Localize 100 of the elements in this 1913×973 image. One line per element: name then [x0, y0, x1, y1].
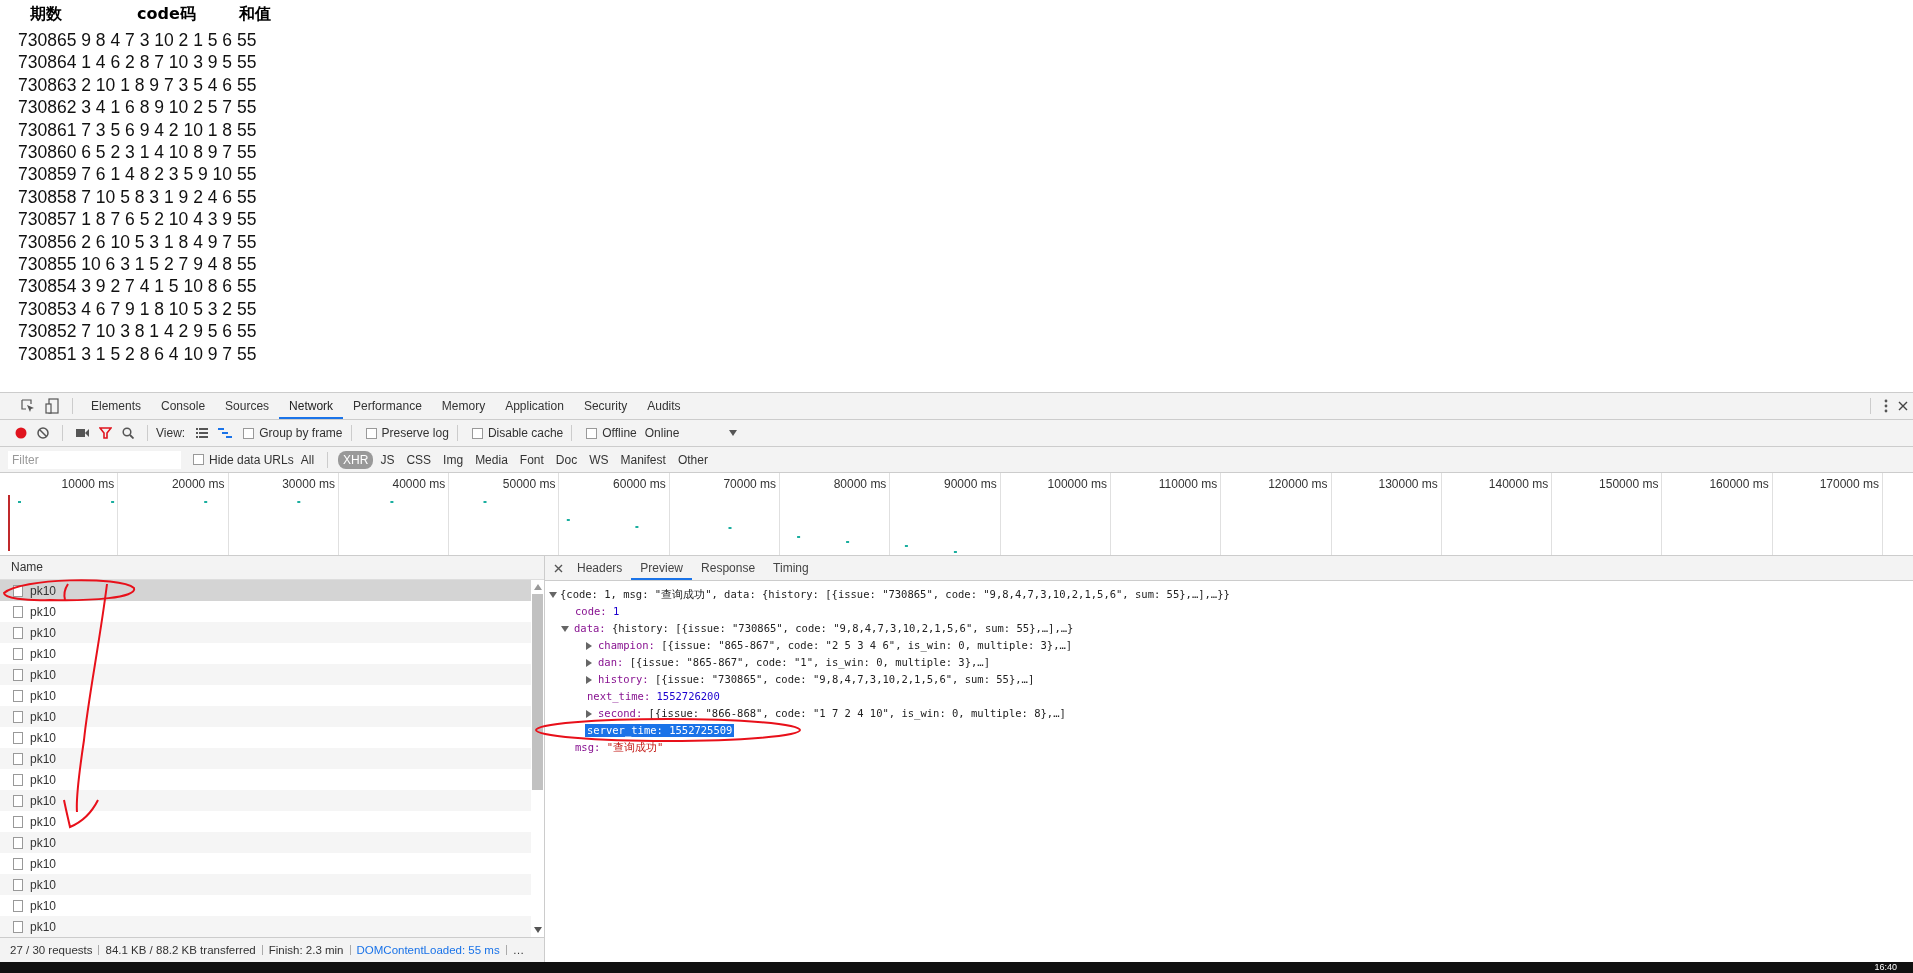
filter-field[interactable]: Filter — [8, 450, 181, 469]
filter-icon[interactable] — [99, 427, 112, 439]
scroll-up-icon[interactable] — [533, 584, 542, 590]
json-property[interactable]: dan: [{issue: "865-867", code: "1", is_win: 0, multiple: 3},…] — [596, 656, 992, 669]
type-filter[interactable]: JS — [375, 450, 400, 469]
panel-tab[interactable]: Application — [495, 393, 574, 419]
expand-arrow-icon[interactable] — [585, 709, 593, 718]
json-property[interactable]: champion: [{issue: "865-867", code: "2 5 3 4 6", is_win: 0, multiple: 3},…] — [596, 639, 1075, 652]
inspect-icon[interactable] — [21, 399, 35, 413]
json-property[interactable]: next_time: 1552726200 — [585, 690, 722, 703]
request-row[interactable]: pk10 — [0, 622, 531, 643]
detail-tab[interactable]: Headers — [568, 556, 632, 580]
throttling-dropdown[interactable]: Online — [644, 426, 738, 440]
close-icon[interactable] — [554, 563, 563, 573]
file-icon — [13, 752, 23, 765]
time-label: 150000 ms — [1599, 477, 1659, 491]
request-row[interactable]: pk10 — [0, 895, 531, 916]
file-icon — [13, 689, 23, 702]
json-property[interactable]: server_time: 1552725509 — [585, 724, 735, 737]
request-row[interactable]: pk10 — [0, 811, 531, 832]
panel-tab[interactable]: Elements — [81, 393, 152, 419]
request-row[interactable]: pk10 — [0, 769, 531, 790]
status-text: 27 / 30 requests — [10, 944, 93, 956]
json-property[interactable]: code: 1 — [573, 605, 622, 618]
type-filter[interactable]: Other — [672, 450, 713, 469]
status-text: 84.1 KB / 88.2 KB transferred — [105, 944, 256, 956]
panel-tab[interactable]: Memory — [431, 393, 496, 419]
table-row-text: 730862 3 4 1 6 8 9 10 2 5 7 55 — [18, 96, 258, 119]
list-view-icon[interactable] — [196, 428, 209, 438]
detail-tab[interactable]: Response — [692, 556, 765, 580]
expand-arrow-icon[interactable] — [585, 675, 593, 684]
type-filter[interactable]: Img — [438, 450, 469, 469]
panel-tab[interactable]: Performance — [343, 393, 432, 419]
request-row[interactable]: pk10 — [0, 727, 531, 748]
request-row[interactable]: pk10 — [0, 643, 531, 664]
detail-tab[interactable]: Preview — [631, 556, 693, 580]
type-filter[interactable]: CSS — [401, 450, 437, 469]
scroll-down-icon[interactable] — [533, 927, 542, 933]
request-row[interactable]: pk10 — [0, 601, 531, 622]
option-checkbox[interactable]: Disable cache — [471, 426, 564, 440]
table-row-text: 730856 2 6 10 5 3 1 8 4 9 7 55 — [18, 230, 258, 254]
request-row[interactable]: pk10 — [0, 706, 531, 727]
request-row[interactable]: pk10 — [0, 916, 531, 937]
request-row[interactable]: pk10 — [0, 580, 531, 601]
type-filter[interactable]: Media — [470, 450, 513, 469]
camera-icon[interactable] — [76, 428, 89, 438]
type-filter[interactable]: All — [295, 450, 320, 469]
device-toolbar-icon[interactable] — [45, 398, 59, 414]
file-icon — [13, 794, 23, 807]
json-summary[interactable]: {code: 1, msg: "查询成功", data: {history: [{issue: "730865", code: "9,8,4,7,3,10,2,1,5,6", sum: 55},…],…}} — [560, 587, 1230, 602]
hide-data-urls-checkbox[interactable]: Hide data URLs — [193, 452, 294, 467]
search-icon[interactable] — [122, 427, 134, 439]
type-filter[interactable]: WS — [584, 450, 614, 469]
option-checkbox[interactable]: Offline — [586, 426, 637, 440]
waterfall-icon[interactable] — [218, 428, 233, 438]
json-property[interactable]: msg: "查询成功" — [573, 741, 666, 754]
request-row[interactable]: pk10 — [0, 790, 531, 811]
file-icon — [13, 836, 23, 849]
json-property[interactable]: data: {history: [{issue: "730865", code: "9,8,4,7,3,10,2,1,5,6", sum: 55},…],…} — [572, 622, 1076, 635]
time-label: 20000 ms — [171, 477, 225, 491]
column-header: code码 — [137, 4, 197, 25]
table-row-text: 730865 9 8 4 7 3 10 2 1 5 6 55 — [18, 29, 258, 52]
type-filter[interactable]: Doc — [550, 450, 583, 469]
option-checkbox[interactable]: Preserve log — [365, 426, 449, 440]
record-icon[interactable] — [15, 427, 27, 439]
type-filter[interactable]: Font — [514, 450, 549, 469]
file-icon — [13, 710, 23, 723]
request-row[interactable]: pk10 — [0, 853, 531, 874]
json-property[interactable]: second: [{issue: "866-868", code: "1 7 2 4 10", is_win: 0, multiple: 8},…] — [596, 707, 1068, 720]
expand-arrow-icon[interactable] — [561, 624, 569, 633]
request-row[interactable]: pk10 — [0, 685, 531, 706]
request-row[interactable]: pk10 — [0, 832, 531, 853]
request-row[interactable]: pk10 — [0, 664, 531, 685]
option-checkbox[interactable]: Group by frame — [243, 426, 343, 440]
close-icon[interactable] — [1898, 401, 1908, 411]
dom-loaded-link[interactable]: DOMContentLoaded: 55 ms — [356, 944, 500, 956]
request-row[interactable]: pk10 — [0, 748, 531, 769]
clear-icon[interactable] — [37, 427, 49, 439]
detail-tab[interactable]: Timing — [764, 556, 818, 580]
panel-tab[interactable]: Sources — [215, 393, 280, 419]
expand-arrow-icon[interactable] — [585, 641, 593, 650]
table-row-text: 730859 7 6 1 4 8 2 3 5 9 10 55 — [18, 163, 258, 186]
time-label: 60000 ms — [613, 477, 666, 491]
file-icon — [13, 626, 23, 639]
time-label: 120000 ms — [1268, 477, 1328, 491]
type-filter[interactable]: Manifest — [615, 450, 671, 469]
more-options-icon[interactable] — [1884, 399, 1888, 413]
time-label: 30000 ms — [282, 477, 335, 491]
table-row-text: 730855 10 6 3 1 5 2 7 9 4 8 55 — [18, 253, 258, 276]
name-column-header[interactable]: Name — [0, 556, 544, 580]
request-row[interactable]: pk10 — [0, 874, 531, 895]
panel-tab[interactable]: Console — [151, 393, 216, 419]
json-property[interactable]: history: [{issue: "730865", code: "9,8,4,7,3,10,2,1,5,6", sum: 55},…] — [596, 673, 1037, 686]
expand-arrow-icon[interactable] — [549, 590, 557, 599]
file-icon — [13, 857, 23, 870]
file-icon — [13, 668, 23, 681]
expand-arrow-icon[interactable] — [585, 658, 593, 667]
panel-tab[interactable]: Audits — [637, 393, 691, 419]
panel-tab[interactable]: Security — [573, 393, 638, 419]
time-label: 130000 ms — [1378, 477, 1438, 491]
